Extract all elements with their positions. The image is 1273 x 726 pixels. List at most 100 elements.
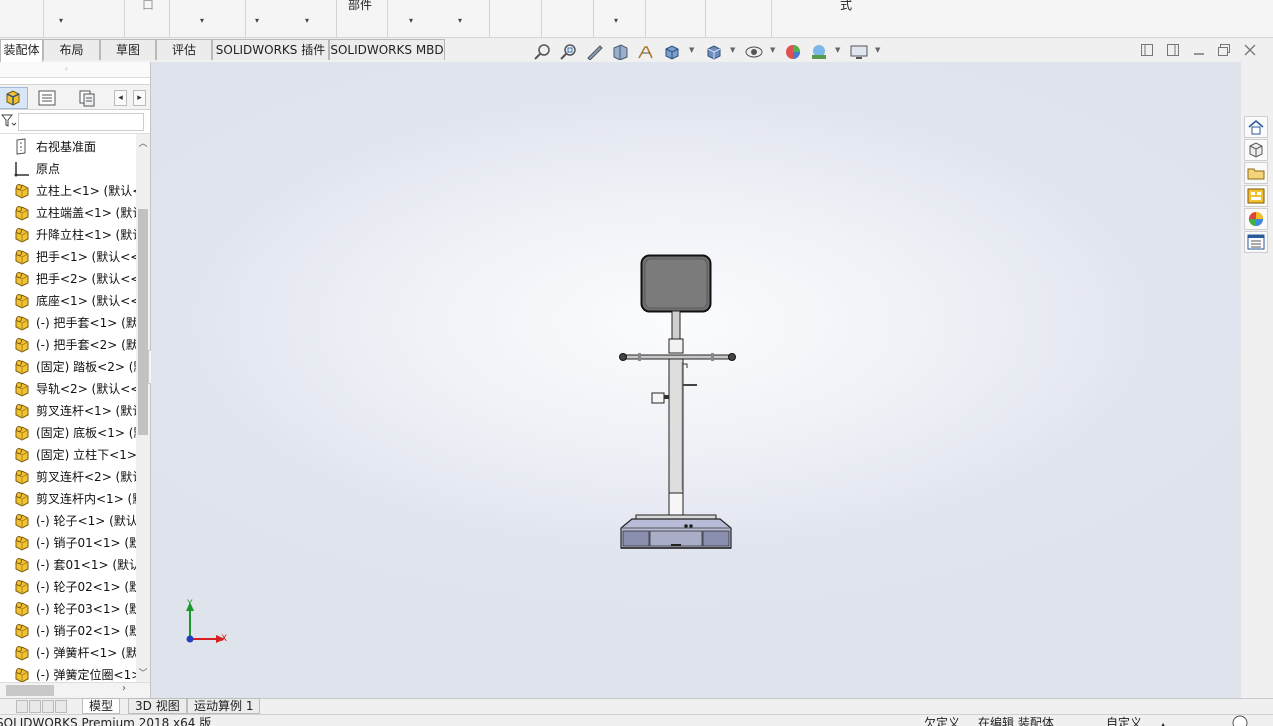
tree-item[interactable]: 导轨<2> (默认<< (0, 378, 136, 400)
view-palette-icon[interactable] (1244, 185, 1268, 207)
edit-appearance-icon[interactable] (783, 44, 803, 60)
tree-item[interactable]: (-) 销子01<1> (默 (0, 532, 136, 554)
ribbon-button-2[interactable]: 配置 (86, 0, 126, 37)
restore-view-left-icon[interactable] (1138, 43, 1156, 59)
ribbon-button-5[interactable]: 件▾ (236, 0, 282, 37)
tree-item[interactable]: (固定) 立柱下<1> (0, 444, 136, 466)
tree-item[interactable]: (-) 弹簧定位圈<1> (0, 664, 136, 682)
hide-show-items-icon[interactable] (744, 44, 764, 60)
hide-show-dropdown-icon[interactable]: ▼ (770, 46, 775, 54)
ribbon-button-11[interactable]: 细表 (546, 0, 586, 37)
ribbon-button-10[interactable]: 动算例 (491, 0, 537, 37)
ribbon-button-8[interactable]: 特征▾ (391, 0, 435, 37)
tree-vertical-scrollbar[interactable]: ︿ ﹀ (136, 134, 150, 682)
ribbon-button-3[interactable]: 预览窗 口 (124, 0, 172, 37)
filter-icon[interactable] (0, 114, 17, 131)
tab-evaluate[interactable]: 评估 (156, 39, 212, 60)
tree-item[interactable]: (-) 轮子02<1> (默 (0, 576, 136, 598)
tab-last-icon[interactable] (55, 700, 67, 713)
view-settings-icon[interactable] (849, 44, 869, 60)
tree-item[interactable]: 底座<1> (默认<< (0, 290, 136, 312)
tab-motion-study[interactable]: 运动算例 1 (187, 698, 261, 714)
tab-prev-icon[interactable] (29, 700, 41, 713)
ribbon-button-12[interactable]: 图▾ (600, 0, 636, 37)
ribbon-dropdown-icon[interactable]: ▾ (458, 14, 462, 28)
custom-properties-icon[interactable] (1244, 231, 1268, 253)
tree-item[interactable]: 原点 (0, 158, 136, 180)
ribbon-button-16[interactable]: 配体模 式 (821, 0, 871, 37)
tab-layout[interactable]: 布局 (43, 39, 100, 60)
tab-first-icon[interactable] (16, 700, 28, 713)
tree-item[interactable]: 右视基准面 (0, 136, 136, 158)
tree-item[interactable]: (-) 弹簧杆<1> (默 (0, 642, 136, 664)
ribbon-dropdown-icon[interactable]: ▾ (200, 14, 204, 28)
hscroll-thumb[interactable] (6, 685, 54, 696)
ribbon-dropdown-icon[interactable]: ▾ (255, 14, 259, 28)
close-icon[interactable] (1241, 43, 1259, 59)
ribbon-button-7[interactable]: 藏的零 部件 (333, 0, 387, 37)
tree-item[interactable]: 立柱上<1> (默认< (0, 180, 136, 202)
tree-item[interactable]: 剪叉连杆内<1> (默 (0, 488, 136, 510)
zoom-to-area-icon[interactable] (559, 44, 579, 60)
home-icon[interactable] (1244, 116, 1268, 138)
view-settings-dropdown-icon[interactable]: ▼ (875, 46, 880, 54)
tree-item[interactable]: 升降立柱<1> (默认 (0, 224, 136, 246)
tab-3d-views[interactable]: 3D 视图 (128, 698, 187, 714)
tab-model[interactable]: 模型 (82, 698, 121, 714)
help-icon[interactable] (1232, 715, 1248, 726)
propertymanager-icon[interactable] (32, 87, 62, 109)
dynamic-annotation-icon[interactable] (636, 44, 656, 60)
panel-scroll-left-button[interactable]: ◂ (114, 90, 127, 106)
ribbon-button-1[interactable]: 部件▾ (43, 0, 83, 37)
ribbon-button-0[interactable]: 部件 (0, 0, 36, 37)
display-style-icon[interactable] (704, 44, 724, 60)
tree-item[interactable]: (-) 把手套<2> (默 (0, 334, 136, 356)
panel-grip[interactable]: ◦ (0, 62, 150, 78)
tab-solidworks-mbd[interactable]: SOLIDWORKS MBD (329, 39, 445, 60)
tab-solidworks-addins[interactable]: SOLIDWORKS 插件 (212, 39, 329, 60)
tree-item[interactable]: (固定) 底板<1> (默 (0, 422, 136, 444)
tree-item[interactable]: (固定) 踏板<2> (默 (0, 356, 136, 378)
status-units[interactable]: 自定义 (1106, 715, 1142, 726)
assembly-model[interactable] (151, 62, 1241, 698)
tree-item[interactable]: 剪叉连杆<2> (默认 (0, 466, 136, 488)
apply-scene-icon[interactable] (809, 44, 829, 60)
minimize-icon[interactable] (1190, 43, 1208, 59)
ribbon-dropdown-icon[interactable]: ▾ (614, 14, 618, 28)
tab-assembly[interactable]: 装配体 (0, 39, 43, 62)
view-orientation-icon[interactable] (662, 44, 682, 60)
ribbon-button-14[interactable]: Speedpak (710, 0, 768, 37)
ribbon-button-6[interactable]: 部件▾ (289, 0, 329, 37)
tab-sketch[interactable]: 草图 (100, 39, 156, 60)
ribbon-button-9[interactable]: 轲体▾ (442, 0, 482, 37)
tree-item[interactable]: (-) 轮子<1> (默认 (0, 510, 136, 532)
display-style-dropdown-icon[interactable]: ▼ (730, 46, 735, 54)
tab-next-icon[interactable] (42, 700, 54, 713)
design-library-icon[interactable] (1244, 139, 1268, 161)
panel-scroll-right-button[interactable]: ▸ (133, 90, 146, 106)
restore-view-right-icon[interactable] (1164, 43, 1182, 59)
tree-filter-input[interactable] (18, 113, 144, 131)
scroll-down-icon[interactable]: ﹀ (136, 666, 150, 680)
previous-view-icon[interactable] (585, 44, 605, 60)
ribbon-dropdown-icon[interactable]: ▾ (305, 14, 309, 28)
units-dropdown-icon[interactable]: ▲ (1160, 717, 1166, 726)
configurationmanager-icon[interactable] (72, 87, 102, 109)
tree-item[interactable]: (-) 轮子03<1> (默 (0, 598, 136, 620)
ribbon-button-15[interactable]: 拍快照 (774, 0, 820, 37)
featuremanager-tree-icon[interactable] (0, 87, 28, 109)
ribbon-dropdown-icon[interactable]: ▾ (409, 14, 413, 28)
scroll-right-icon[interactable]: › (122, 683, 126, 694)
tree-item[interactable]: 把手<2> (默认<< (0, 268, 136, 290)
ribbon-button-13[interactable]: Instant3D (645, 0, 705, 37)
maximize-icon[interactable] (1215, 43, 1233, 59)
tree-item[interactable]: (-) 把手套<1> (默 (0, 312, 136, 334)
ribbon-button-4[interactable]: 件阵列▾ (177, 0, 231, 37)
tree-item[interactable]: (-) 套01<1> (默认 (0, 554, 136, 576)
ribbon-dropdown-icon[interactable]: ▾ (59, 14, 63, 28)
scroll-up-icon[interactable]: ︿ (136, 136, 150, 150)
file-explorer-icon[interactable] (1244, 162, 1268, 184)
scroll-thumb[interactable] (138, 209, 148, 435)
tree-item[interactable]: (-) 销子02<1> (默 (0, 620, 136, 642)
tree-item[interactable]: 剪叉连杆<1> (默认 (0, 400, 136, 422)
